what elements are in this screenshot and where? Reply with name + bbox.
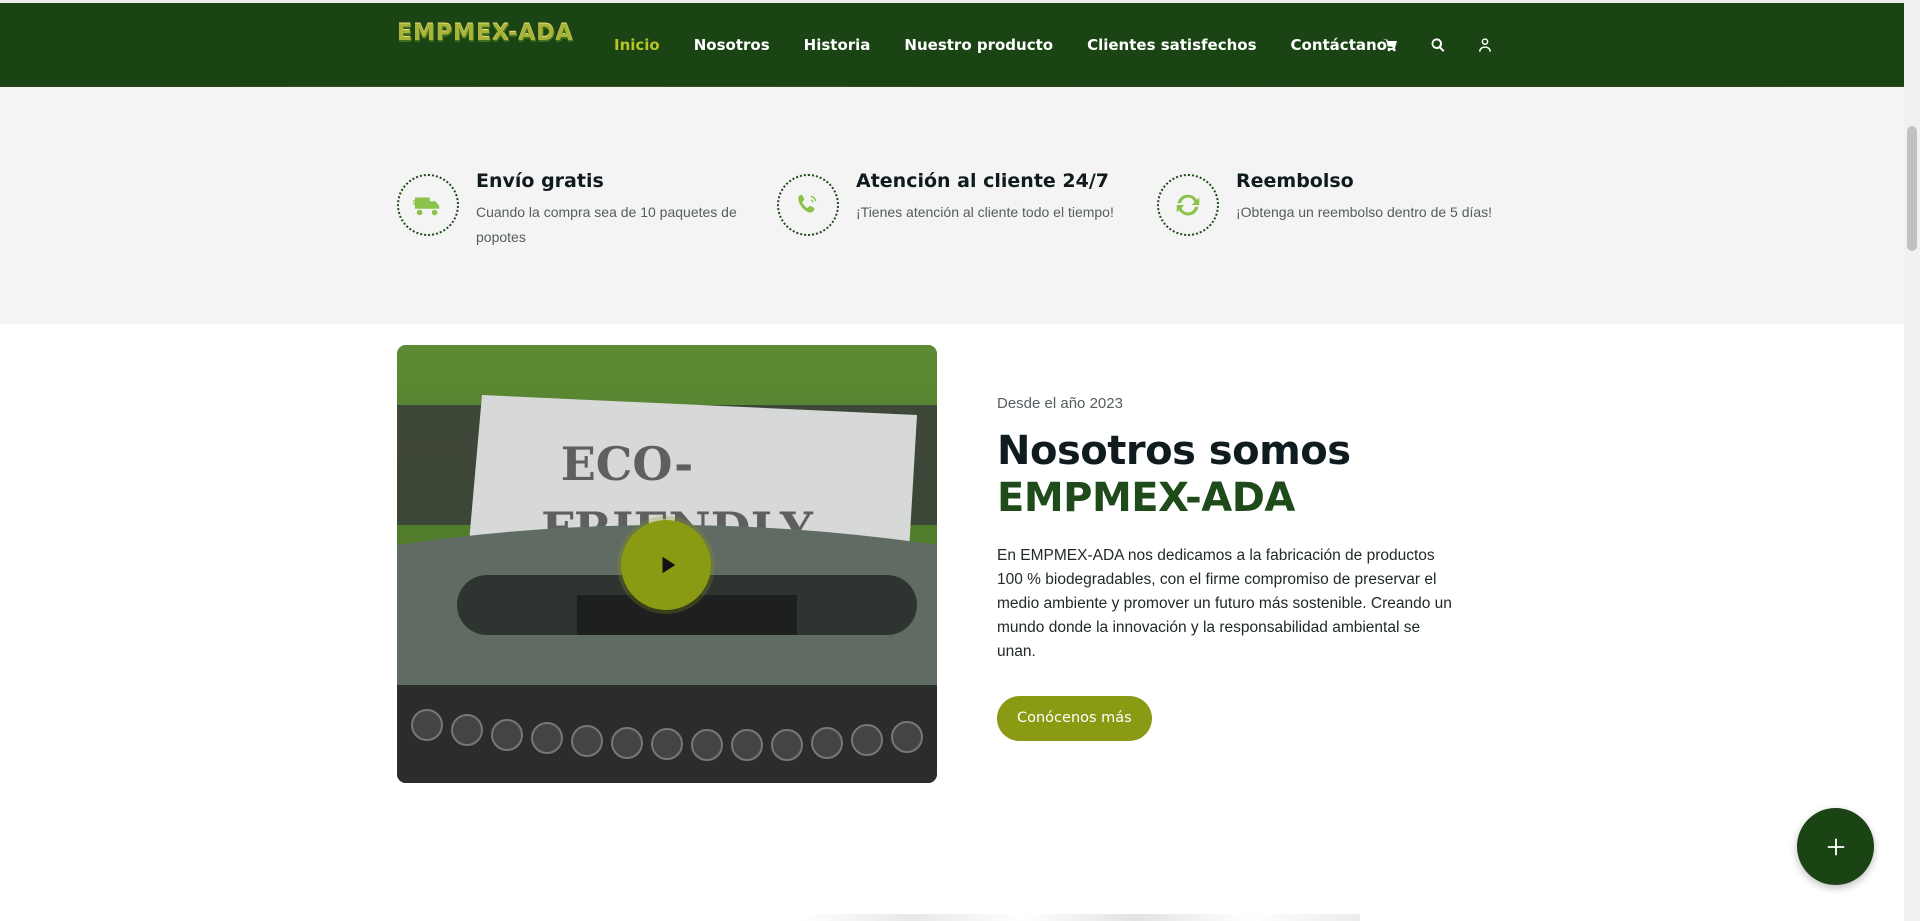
feature-title: Atención al cliente 24/7 xyxy=(856,170,1110,192)
user-icon[interactable] xyxy=(1474,34,1496,56)
feature-description: Cuando la compra sea de 10 paquetes de p… xyxy=(476,204,737,245)
main-menu: Inicio Nosotros Historia Nuestro product… xyxy=(614,3,1430,87)
next-section-hint xyxy=(800,914,1360,921)
logo[interactable]: EMPMEX-ADA xyxy=(397,19,574,55)
features-band: Envío gratis Cuando la compra sea de 10 … xyxy=(0,87,1904,324)
search-icon[interactable] xyxy=(1427,34,1449,56)
menu-item-nuestro-producto[interactable]: Nuestro producto xyxy=(904,36,1053,54)
menu-item-clientes[interactable]: Clientes satisfechos xyxy=(1087,36,1256,54)
conocenos-button[interactable]: Conócenos más xyxy=(997,696,1152,741)
about-body: En EMPMEX-ADA nos dedicamos a la fabrica… xyxy=(997,547,1452,660)
feature-description: ¡Obtenga un reembolso dentro de 5 días! xyxy=(1236,204,1493,220)
top-navbar: EMPMEX-ADA Inicio Nosotros Historia Nues… xyxy=(0,0,1904,89)
phone-icon xyxy=(777,174,839,236)
page-scrollbar[interactable] xyxy=(1904,0,1920,921)
cart-icon[interactable] xyxy=(1380,34,1402,56)
floating-add-button[interactable] xyxy=(1797,808,1874,885)
feature-refund: Reembolso ¡Obtenga un reembolso dentro d… xyxy=(1157,170,1527,250)
image-text-line1: ECO- xyxy=(561,437,694,491)
feature-free-shipping: Envío gratis Cuando la compra sea de 10 … xyxy=(397,170,767,250)
about-eyebrow: Desde el año 2023 xyxy=(997,395,1123,412)
about-section: Desde el año 2023 Nosotros somos EMPMEX-… xyxy=(997,395,1462,741)
menu-item-nosotros[interactable]: Nosotros xyxy=(694,36,770,54)
feature-description: ¡Tienes atención al cliente todo el tiem… xyxy=(856,204,1114,220)
play-button[interactable] xyxy=(621,520,711,610)
feature-customer-service: Atención al cliente 24/7 ¡Tienes atenció… xyxy=(777,170,1147,250)
feature-title: Envío gratis xyxy=(476,170,604,192)
scrollbar-thumb[interactable] xyxy=(1907,126,1917,251)
eco-friendly-video-thumbnail[interactable]: ECO- FRIENDLY xyxy=(397,345,937,783)
menu-item-inicio[interactable]: Inicio xyxy=(614,36,660,54)
play-icon xyxy=(662,556,676,574)
truck-icon xyxy=(397,174,459,236)
menu-item-historia[interactable]: Historia xyxy=(804,36,871,54)
heading-brand: EMPMEX-ADA xyxy=(997,475,1295,521)
nav-icons xyxy=(1380,3,1521,87)
plus-icon xyxy=(1827,838,1844,855)
about-heading: Nosotros somos EMPMEX-ADA xyxy=(997,428,1462,522)
heading-line1: Nosotros somos xyxy=(997,428,1351,474)
refresh-icon xyxy=(1157,174,1219,236)
feature-title: Reembolso xyxy=(1236,170,1354,192)
